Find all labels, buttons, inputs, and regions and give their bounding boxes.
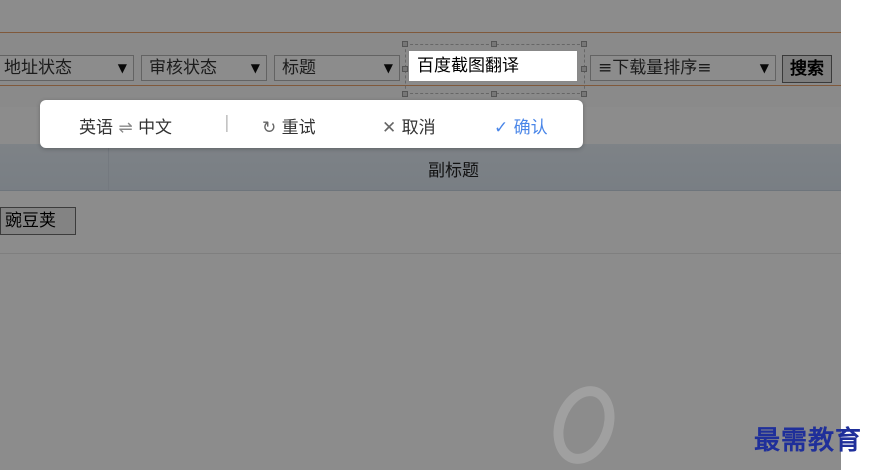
address-status-select[interactable]: 地址状态 ▼ <box>0 55 134 81</box>
dropdown-arrow-icon: ▼ <box>759 61 769 75</box>
retry-label: 重试 <box>281 118 316 138</box>
sort-select[interactable]: ≡下载量排序≡ ▼ <box>590 55 776 81</box>
refresh-icon: ↻ <box>262 118 277 138</box>
swap-icon: ⇌ <box>118 118 133 138</box>
confirm-label: 确认 <box>513 118 548 138</box>
resize-handle-icon[interactable] <box>402 41 408 47</box>
subtitle-column-header: 副标题 <box>428 161 479 181</box>
check-icon: ✓ <box>494 118 509 138</box>
translate-toolbar: 英语 ⇌ 中文 | ↻ 重试 ✕ 取消 ✓ 确认 <box>40 100 583 148</box>
confirm-button[interactable]: ✓ 确认 <box>494 113 548 138</box>
page: 地址状态 ▼ 审核状态 ▼ 标题 ▼ ≡下载量排序≡ ▼ 搜索 副标题 豌豆荚 … <box>0 0 841 470</box>
resize-handle-icon[interactable] <box>402 91 408 97</box>
resize-handle-icon[interactable] <box>581 91 587 97</box>
select-label: 标题 <box>282 58 316 78</box>
select-label: ≡下载量排序≡ <box>598 58 712 78</box>
resize-handle-icon[interactable] <box>581 41 587 47</box>
source-language: 英语 <box>79 118 113 138</box>
search-button[interactable]: 搜索 <box>782 55 832 83</box>
dropdown-arrow-icon: ▼ <box>250 61 260 75</box>
table-header: 副标题 <box>0 144 841 191</box>
resize-handle-icon[interactable] <box>491 91 497 97</box>
review-status-select[interactable]: 审核状态 ▼ <box>141 55 267 81</box>
title-select[interactable]: 标题 ▼ <box>274 55 400 81</box>
resize-handle-icon[interactable] <box>581 66 587 72</box>
column-divider <box>108 144 109 190</box>
close-icon: ✕ <box>382 118 397 138</box>
retry-button[interactable]: ↻ 重试 <box>262 113 316 138</box>
top-spacer <box>0 0 841 32</box>
cancel-label: 取消 <box>401 118 436 138</box>
watermark-icon <box>543 377 625 470</box>
target-language: 中文 <box>138 118 173 138</box>
select-label: 审核状态 <box>149 58 217 78</box>
brand-watermark: 最需教育 <box>754 426 863 456</box>
dropdown-arrow-icon: ▼ <box>383 61 393 75</box>
resize-handle-icon[interactable] <box>491 41 497 47</box>
selection-frame[interactable] <box>405 44 585 94</box>
resize-handle-icon[interactable] <box>402 66 408 72</box>
tag-button[interactable]: 豌豆荚 <box>0 207 76 235</box>
table-row: 豌豆荚 <box>0 191 841 254</box>
select-label: 地址状态 <box>4 58 72 78</box>
cancel-button[interactable]: ✕ 取消 <box>382 113 436 138</box>
divider: | <box>224 113 230 133</box>
language-pair[interactable]: 英语 ⇌ 中文 <box>79 113 172 138</box>
dropdown-arrow-icon: ▼ <box>117 61 127 75</box>
